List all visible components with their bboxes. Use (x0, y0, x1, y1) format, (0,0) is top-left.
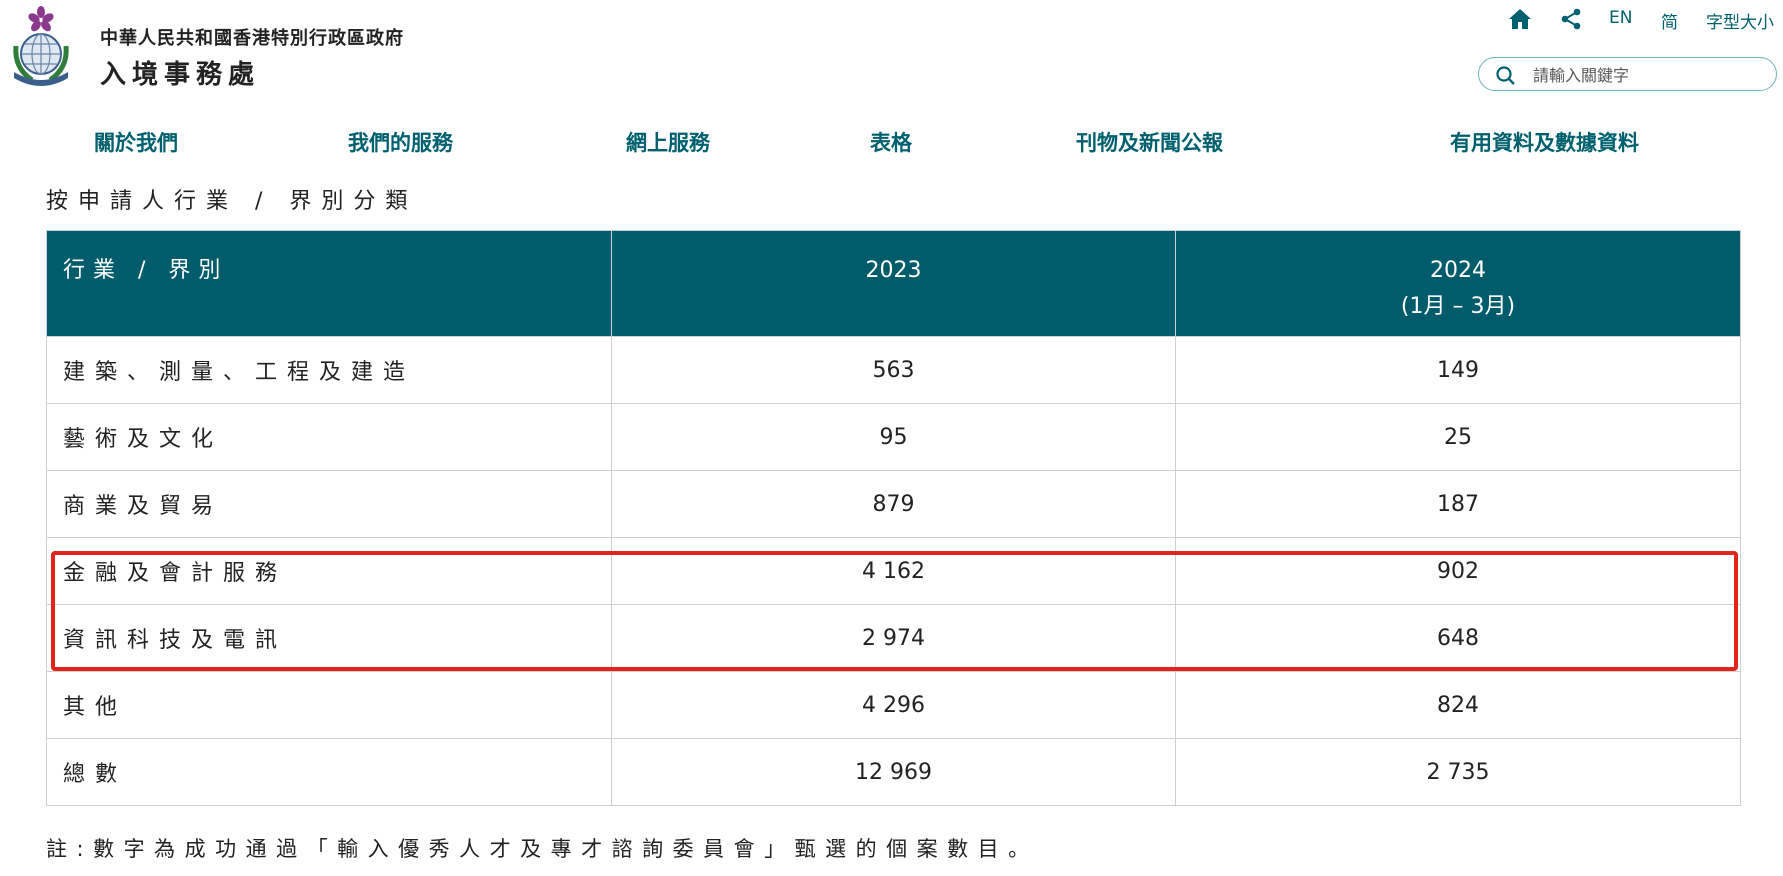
header-year-2024: 2024 (1月 – 3月) (1175, 230, 1741, 337)
value-2024-cell: 902 (1175, 537, 1741, 605)
search-input[interactable] (1531, 62, 1765, 88)
value-2024-cell: 187 (1175, 470, 1741, 538)
header-year-2023: 2023 (611, 230, 1176, 337)
value-2023-cell: 2 974 (611, 604, 1176, 672)
header-industry: 行業 / 界別 (46, 230, 612, 337)
simplified-chinese-link[interactable]: 简 (1661, 8, 1678, 33)
search-box[interactable] (1478, 57, 1777, 91)
table-row: 資訊科技及電訊 2 974 648 (46, 604, 1741, 672)
table-row: 建築、測量、工程及建造 563 149 (46, 336, 1741, 404)
nav-useful-information-statistics[interactable]: 有用資料及數據資料 (1450, 127, 1639, 157)
table-header-row: 行業 / 界別 2023 2024 (1月 – 3月) (46, 230, 1741, 337)
statistics-table: 行業 / 界別 2023 2024 (1月 – 3月) 建築、測量、工程及建造 … (46, 230, 1741, 806)
industry-cell: 資訊科技及電訊 (46, 604, 612, 672)
value-2023-cell: 4 162 (611, 537, 1176, 605)
government-name: 中華人民共和國香港特別行政區政府 (100, 28, 404, 49)
main-navigation: 關於我們 我們的服務 網上服務 表格 刊物及新聞公報 有用資料及數據資料 (0, 127, 1783, 157)
section-title: 按申請人行業 / 界別分類 (46, 189, 418, 214)
nav-our-services[interactable]: 我們的服務 (348, 127, 453, 157)
value-2024-cell: 25 (1175, 403, 1741, 471)
industry-cell: 金融及會計服務 (46, 537, 612, 605)
font-size-link[interactable]: 字型大小 (1706, 8, 1774, 33)
nav-about-us[interactable]: 關於我們 (94, 127, 178, 157)
value-2024-cell: 648 (1175, 604, 1741, 672)
table-row: 藝術及文化 95 25 (46, 403, 1741, 471)
english-link[interactable]: EN (1609, 8, 1632, 28)
value-2023-cell: 95 (611, 403, 1176, 471)
value-2024-cell: 824 (1175, 671, 1741, 739)
value-2023-cell: 563 (611, 336, 1176, 404)
value-2023-cell: 4 296 (611, 671, 1176, 739)
value-2023-cell: 12 969 (611, 738, 1176, 806)
table-row: 金融及會計服務 4 162 902 (46, 537, 1741, 605)
industry-cell: 商業及貿易 (46, 470, 612, 538)
value-2024-cell: 149 (1175, 336, 1741, 404)
industry-cell: 建築、測量、工程及建造 (46, 336, 612, 404)
search-icon[interactable] (1496, 66, 1516, 86)
value-2024-cell: 2 735 (1175, 738, 1741, 806)
table-row-total: 總數 12 969 2 735 (46, 738, 1741, 806)
table-note: 註:數字為成功通過「輸入優秀人才及專才諮詢委員會」甄選的個案數目。 (46, 837, 1039, 861)
nav-publications-press-releases[interactable]: 刊物及新聞公報 (1076, 127, 1223, 157)
home-icon[interactable] (1508, 8, 1534, 32)
header-year-2024-period: (1月 – 3月) (1400, 294, 1516, 319)
header-year-2024-label: 2024 (1430, 258, 1486, 283)
value-2023-cell: 879 (611, 470, 1176, 538)
industry-cell: 其他 (46, 671, 612, 739)
department-name[interactable]: 入境事務處 (100, 54, 260, 91)
table-row: 商業及貿易 879 187 (46, 470, 1741, 538)
department-logo[interactable] (8, 6, 74, 86)
nav-online-services[interactable]: 網上服務 (626, 127, 710, 157)
table-row: 其他 4 296 824 (46, 671, 1741, 739)
share-icon[interactable] (1560, 8, 1584, 32)
industry-cell: 總數 (46, 738, 612, 806)
industry-cell: 藝術及文化 (46, 403, 612, 471)
nav-forms[interactable]: 表格 (870, 127, 912, 157)
